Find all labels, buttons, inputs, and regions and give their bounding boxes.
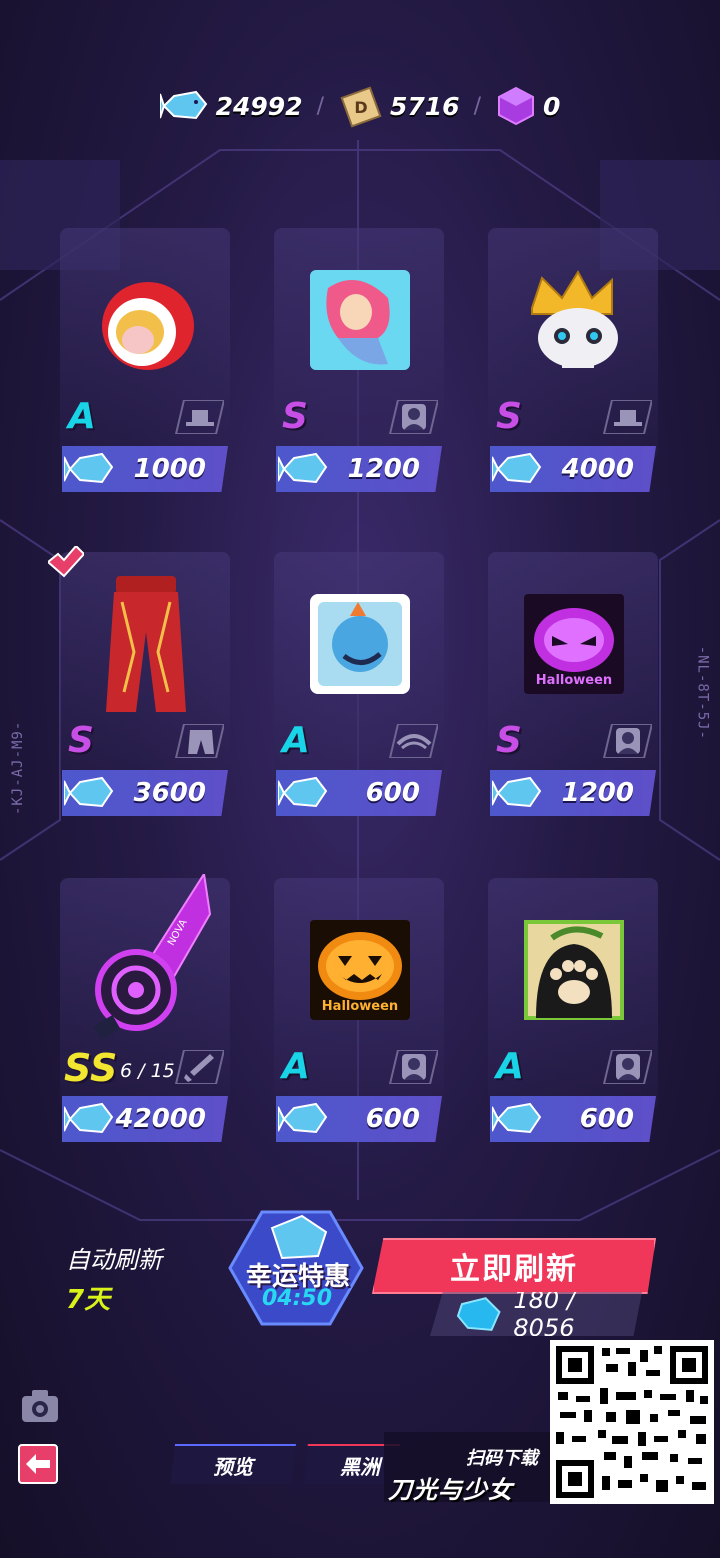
fish-gem-icon (492, 776, 542, 808)
svg-text:D: D (354, 98, 367, 117)
svg-text:Halloween: Halloween (322, 999, 398, 1014)
blue-crystal-icon (456, 1297, 501, 1331)
shop-item-card[interactable]: A 600 (488, 878, 658, 1148)
price-value: 600 (365, 778, 420, 808)
rank-label: S (282, 396, 308, 437)
avatar-icon (388, 400, 438, 434)
pants-icon (174, 724, 224, 758)
svg-text:Halloween: Halloween (536, 673, 612, 688)
shop-item-card[interactable]: S 1200 (274, 228, 444, 498)
price-value: 3600 (133, 778, 206, 808)
price-value: 600 (579, 1104, 634, 1134)
separator: / (473, 93, 481, 119)
owned-count: 6 / 15 (120, 1060, 175, 1082)
currency-fish: 24992 (159, 86, 303, 126)
rank-label: S (68, 720, 94, 761)
rank-label: S (496, 396, 522, 437)
price-button[interactable]: 4000 (490, 446, 656, 492)
crowned-skull-icon (531, 269, 618, 368)
price-button[interactable]: 600 (276, 1096, 442, 1142)
qr-code-icon (550, 1340, 714, 1504)
nova-blade-icon: NOVA (93, 874, 212, 1040)
shop-item-card[interactable]: Halloween S 1200 (488, 552, 658, 822)
price-value: 1200 (347, 454, 420, 484)
avatar-icon (602, 1050, 652, 1084)
refresh-now-button[interactable]: 立即刷新 (372, 1238, 656, 1294)
price-button[interactable]: 600 (490, 1096, 656, 1142)
currency-fish-value: 24992 (215, 91, 303, 121)
fish-gem-icon (492, 1102, 542, 1134)
price-value: 600 (365, 1104, 420, 1134)
eye-icon (388, 724, 438, 758)
price-button[interactable]: 600 (276, 770, 442, 816)
price-button[interactable]: 1200 (490, 770, 656, 816)
hat-icon (602, 400, 652, 434)
download-promo: 扫码下载 刀光与少女 (384, 1432, 554, 1504)
cat-paw-icon (524, 920, 624, 1020)
shop-item-card[interactable]: A 600 (274, 552, 444, 822)
rank-label: SS (64, 1046, 118, 1090)
price-value: 4000 (561, 454, 634, 484)
rank-label: S (496, 720, 522, 761)
auto-refresh: 自动刷新 7天 (66, 1240, 162, 1316)
currency-coin-value: 5716 (389, 91, 460, 121)
back-button[interactable] (18, 1444, 58, 1484)
fish-gem-icon (278, 776, 328, 808)
shop-item-card[interactable]: A 1000 (60, 228, 230, 498)
currency-bar: 24992 / D 5716 / 0 (0, 80, 720, 132)
d-coin-icon: D (340, 86, 382, 128)
refresh-cost: 180 / 8056 (430, 1292, 642, 1336)
rank-label: A (282, 720, 310, 761)
lucky-deal-timer: 04:50 (262, 1286, 333, 1311)
price-value: 1000 (133, 454, 206, 484)
camera-icon[interactable] (20, 1388, 60, 1424)
side-code-left: -KJ-AJ-M9- (10, 720, 26, 815)
purple-cube-icon (498, 86, 534, 126)
mermaid-portrait-icon (310, 270, 410, 370)
fish-gem-icon (278, 452, 328, 484)
back-arrow-icon (26, 1454, 50, 1474)
fish-gem-icon (159, 90, 207, 120)
fish-gem-icon (64, 776, 114, 808)
fish-gem-icon (492, 452, 542, 484)
price-value: 42000 (115, 1104, 206, 1134)
fox-hood-icon (102, 282, 194, 370)
price-value: 1200 (561, 778, 634, 808)
promo-scan-text: 扫码下载 (466, 1448, 538, 1469)
price-button[interactable]: 3600 (62, 770, 228, 816)
halloween-pumpkin-icon: Halloween (310, 920, 410, 1020)
shop-item-card[interactable]: Halloween A 600 (274, 878, 444, 1148)
tab-preview[interactable]: 预览 (170, 1444, 296, 1484)
fish-gem-icon (64, 1102, 114, 1134)
fish-gem-icon (278, 1102, 328, 1134)
promo-game-title: 刀光与少女 (388, 1476, 513, 1504)
refresh-cost-value: 180 / 8056 (513, 1286, 575, 1342)
price-button[interactable]: 1000 (62, 446, 228, 492)
fish-gem-icon (64, 452, 114, 484)
separator: / (316, 93, 324, 119)
auto-refresh-label: 自动刷新 (66, 1246, 162, 1274)
owned-check-icon (48, 546, 84, 578)
price-button[interactable]: 42000 (62, 1096, 228, 1142)
hat-icon (174, 400, 224, 434)
currency-cube: 0 (495, 85, 560, 127)
auto-refresh-days: 7天 (66, 1285, 111, 1315)
red-pants-icon (106, 576, 186, 712)
avatar-icon (602, 724, 652, 758)
rank-label: A (496, 1046, 524, 1087)
currency-coin: D 5716 (338, 84, 460, 128)
avatar-icon (388, 1050, 438, 1084)
rank-label: A (68, 396, 96, 437)
price-button[interactable]: 1200 (276, 446, 442, 492)
side-code-right: -NL-8T-5J- (694, 645, 710, 740)
shop-item-card[interactable]: S 4000 (488, 228, 658, 498)
currency-cube-value: 0 (543, 91, 561, 121)
shop-item-card[interactable]: S 3600 (48, 546, 230, 822)
halloween-mask-icon: Halloween (524, 594, 624, 694)
blue-eye-badge-icon (310, 594, 410, 694)
shop-item-card[interactable]: NOVA SS 6 / 15 42000 (60, 874, 230, 1148)
sword-icon (174, 1050, 224, 1084)
rank-label: A (282, 1046, 310, 1087)
